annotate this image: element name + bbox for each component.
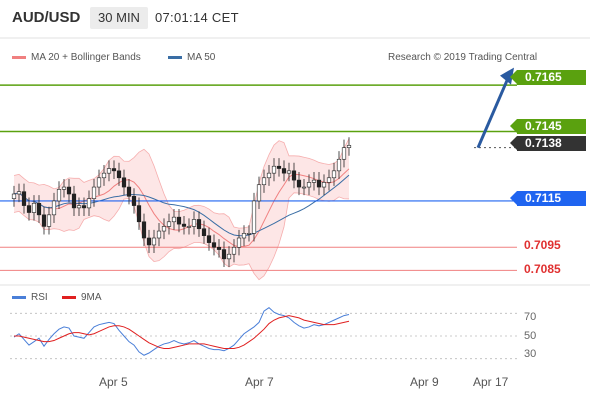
candle-body (241, 233, 247, 239)
candle-body (66, 186, 72, 195)
x-tick-apr9: Apr 9 (410, 375, 439, 389)
rsi-tick-70: 70 (524, 311, 537, 323)
candle-body (301, 186, 307, 189)
candle-body (296, 179, 302, 188)
support-2-label: 0.7095 (524, 238, 561, 252)
candle-body (206, 235, 212, 243)
rsi-tick-30: 30 (524, 348, 537, 360)
candle-body (166, 221, 172, 227)
candle-body (226, 253, 232, 260)
x-tick-apr7: Apr 7 (245, 375, 274, 389)
candle-body (251, 200, 257, 234)
candle-body (246, 233, 252, 235)
candle-body (41, 214, 47, 227)
candle-body (271, 165, 277, 174)
candle-body (281, 168, 287, 174)
candle-body (56, 189, 62, 202)
candle-body (276, 165, 282, 169)
candle-body (21, 191, 27, 206)
candle-body (216, 246, 222, 250)
candle-body (71, 193, 77, 209)
rsi-legend-label: RSI (31, 292, 48, 303)
support-1-tag: 0.7115 (510, 191, 586, 206)
current-price-tag: 0.7138 (510, 136, 586, 151)
rsi-ma-legend: 9MA (62, 292, 102, 303)
candle-body (111, 168, 117, 172)
candle-body (311, 179, 317, 183)
candle-body (46, 214, 52, 227)
candle-body (191, 219, 197, 227)
candle-body (121, 177, 127, 188)
candle-body (316, 179, 322, 188)
rsi-legend: RSI (12, 292, 48, 303)
candle-body (51, 200, 57, 216)
price-chart (0, 37, 590, 360)
candle-body (336, 158, 342, 172)
candle-body (16, 191, 22, 195)
rsi-ma-swatch (62, 295, 76, 299)
candle-body (36, 202, 42, 216)
candle-body (286, 170, 292, 174)
support-3-label: 0.7085 (524, 262, 561, 276)
candle-body (261, 177, 267, 186)
candle-body (321, 182, 327, 188)
candle-body (171, 216, 177, 223)
candle-body (106, 168, 112, 174)
candle-body (341, 147, 347, 160)
candle-body (266, 172, 272, 179)
rsi-line (13, 307, 350, 356)
rsi-ma-legend-label: 9MA (81, 292, 102, 303)
candle-body (136, 205, 142, 223)
candle-body (156, 230, 162, 239)
candle-body (131, 196, 137, 206)
candle-body (291, 170, 297, 181)
candle-body (211, 242, 217, 248)
candle-body (196, 219, 202, 230)
candle-body (346, 145, 352, 148)
bollinger-band-fill (14, 138, 349, 280)
candle-body (76, 205, 82, 209)
candle-body (181, 223, 187, 227)
candle-body (256, 184, 262, 202)
candle-body (31, 202, 37, 213)
x-tick-apr17: Apr 17 (473, 375, 509, 389)
candle-body (81, 205, 87, 209)
candle-body (331, 170, 337, 179)
candle-body (26, 205, 32, 213)
rsi-tick-50: 50 (524, 330, 537, 342)
candle-body (126, 186, 132, 197)
candle-body (231, 246, 237, 255)
candle-body (326, 177, 332, 183)
candle-body (201, 228, 207, 236)
candle-body (161, 226, 167, 232)
resistance-2-tag: 0.7165 (510, 70, 586, 85)
x-tick-apr5: Apr 5 (99, 375, 128, 389)
resistance-1-tag: 0.7145 (510, 119, 586, 134)
candle-body (141, 221, 147, 239)
candle-body (151, 237, 157, 246)
candle-body (176, 216, 182, 225)
candle-body (306, 182, 312, 188)
rsi-swatch (12, 295, 26, 299)
candle-body (91, 186, 97, 199)
candle-body (221, 249, 227, 260)
candle-body (236, 237, 242, 248)
candle-body (11, 193, 17, 199)
candle-body (186, 226, 192, 228)
candle-body (96, 177, 102, 188)
candle-body (116, 170, 122, 179)
candle-body (61, 186, 67, 190)
candle-body (101, 172, 107, 179)
candle-body (146, 237, 152, 246)
candle-body (86, 198, 92, 209)
